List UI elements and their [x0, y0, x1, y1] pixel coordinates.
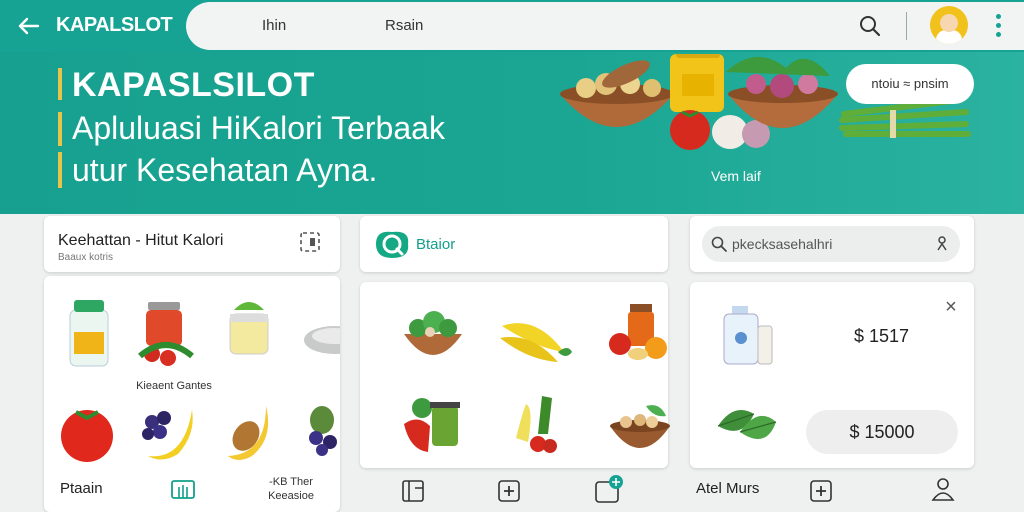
- product-search-input[interactable]: pkecksasehalhri: [702, 226, 960, 262]
- product-tomato-jar-item[interactable]: [136, 300, 196, 370]
- product-banana-item[interactable]: [222, 402, 272, 462]
- search-bar[interactable]: Ihin Rsain: [186, 2, 1024, 50]
- product-tomato-item[interactable]: [58, 404, 116, 462]
- plus-icon[interactable]: [496, 478, 522, 504]
- avatar[interactable]: [930, 6, 968, 44]
- food-grid-card: [360, 282, 670, 468]
- hero-subtitle-line1: Apluluasi HiKalori Terbaak: [72, 110, 445, 146]
- bottom-right-label[interactable]: Atel Murs: [696, 480, 759, 497]
- search-card: pkecksasehalhri: [690, 216, 974, 272]
- product-zucchini-item[interactable]: [508, 394, 562, 456]
- search-icon: [711, 236, 727, 252]
- accent-bar: [58, 68, 62, 100]
- brand-label: Btaior: [416, 236, 456, 253]
- product-leaves-item[interactable]: [714, 400, 780, 452]
- bottom-caption-1: -KB Ther: [269, 476, 313, 488]
- product-scale-item[interactable]: [304, 318, 340, 358]
- search-tab-2[interactable]: Rsain: [385, 17, 423, 34]
- top-bar: KAPALSLOT Ihin Rsain: [0, 0, 1024, 52]
- search-icon[interactable]: [858, 14, 882, 38]
- bottom-caption-2: Keeasioe: [268, 490, 314, 502]
- app-brand: KAPALSLOT: [56, 14, 173, 36]
- product-water-bottle-item[interactable]: [722, 304, 774, 366]
- health-card[interactable]: Keehattan - Hitut Kalori Baaux kotris: [44, 216, 340, 272]
- product-nuts-bowl-item[interactable]: [608, 400, 672, 458]
- divider: [906, 12, 907, 40]
- accent-bar: [58, 152, 62, 188]
- gallery-icon[interactable]: [170, 478, 196, 500]
- hero-caption: Vem laif: [711, 168, 761, 184]
- hero-pill-button[interactable]: ntoiu ≈ pnsim: [846, 64, 974, 104]
- product-caption: Kieaent Gantes: [136, 380, 212, 392]
- hero-subtitle-line2: utur Kesehatan Ayna.: [72, 152, 378, 188]
- more-vert-icon[interactable]: [994, 12, 1002, 38]
- hero-title: KAPASLSILOT: [72, 66, 315, 104]
- product-jar-item[interactable]: [66, 298, 112, 368]
- product-veggies-item[interactable]: [400, 394, 466, 454]
- close-icon[interactable]: ×: [942, 297, 960, 317]
- price-button[interactable]: $ 15000: [806, 410, 958, 454]
- health-card-title: Keehattan - Hitut Kalori: [58, 232, 224, 249]
- mic-icon[interactable]: [934, 235, 950, 253]
- layout-icon[interactable]: [400, 478, 426, 504]
- person-icon[interactable]: [930, 476, 956, 502]
- hero-banner: KAPASLSILOT Apluluasi HiKalori Terbaak u…: [0, 52, 1024, 214]
- search-tab-1[interactable]: Ihin: [262, 17, 286, 34]
- brand-card[interactable]: Btaior: [360, 216, 668, 272]
- health-card-subtitle: Baaux kotris: [58, 252, 114, 263]
- brand-logo-icon: [376, 231, 409, 258]
- frame-icon[interactable]: [298, 230, 322, 254]
- product-bananas-item[interactable]: [496, 312, 574, 366]
- products-card: Kieaent Gantes Ptaain -KB Ther Keeasioe: [44, 276, 340, 512]
- product-grapes-item[interactable]: [302, 406, 340, 458]
- product-juice-jar-item[interactable]: [608, 302, 670, 366]
- bottom-left-label[interactable]: Ptaain: [60, 480, 103, 497]
- product-salad-bowl-item[interactable]: [402, 310, 464, 366]
- plus-icon[interactable]: [808, 478, 834, 504]
- product-fruits-item[interactable]: [138, 404, 198, 464]
- search-placeholder: pkecksasehalhri: [732, 236, 833, 252]
- price-label: $ 1517: [854, 326, 910, 346]
- gallery-badge-icon[interactable]: [594, 474, 626, 504]
- product-yogurt-item[interactable]: [226, 300, 272, 360]
- accent-bar: [58, 112, 62, 146]
- back-arrow-icon[interactable]: [14, 11, 44, 41]
- product-detail-card: $ 1517 × $ 15000: [690, 282, 974, 468]
